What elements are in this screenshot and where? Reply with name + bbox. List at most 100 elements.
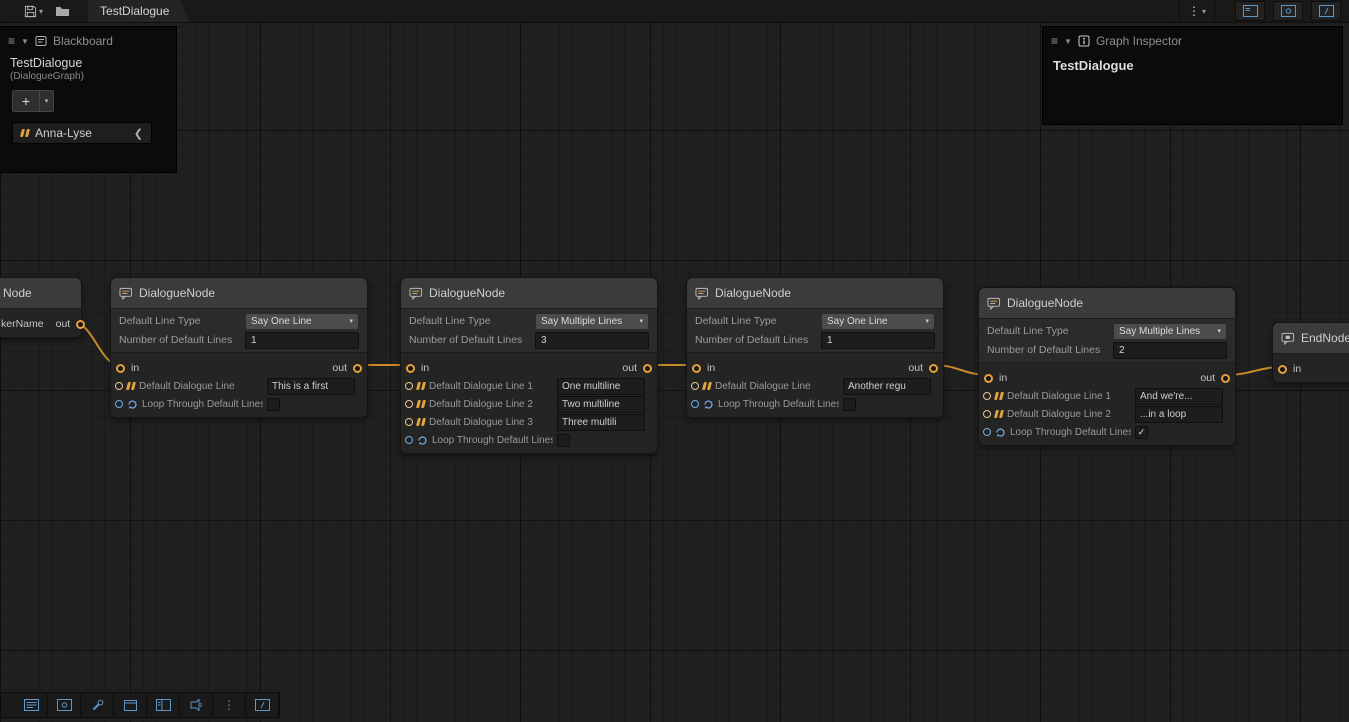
in-port[interactable] [116, 364, 125, 373]
line-type-dropdown[interactable]: Say Multiple Lines▾ [1113, 323, 1227, 340]
in-port[interactable] [984, 374, 993, 383]
loop-port[interactable] [405, 436, 413, 444]
field-name: Anna-Lyse [35, 126, 92, 140]
kebab-icon: ⋮ [1188, 5, 1200, 17]
window-button[interactable] [114, 693, 147, 717]
line-type-dropdown[interactable]: Say One Line▾ [245, 313, 359, 330]
dialogue-node-3[interactable]: DialogueNode Default Line Type Say One L… [686, 277, 944, 418]
num-lines-field[interactable]: 1 [245, 332, 359, 349]
dialogue-line-field[interactable]: Three multili [557, 414, 645, 431]
dialogue-node-4[interactable]: DialogueNode Default Line Type Say Multi… [978, 287, 1236, 446]
dialogue-node-1[interactable]: DialogueNode Default Line Type Say One L… [110, 277, 368, 418]
out-port[interactable] [353, 364, 362, 373]
end-node[interactable]: EndNode in [1272, 322, 1349, 383]
bottom-toolbar: ⋮ [0, 692, 280, 718]
loop-label: Loop Through Default Lines? [432, 435, 553, 446]
loop-checkbox[interactable] [843, 398, 856, 411]
node-title-label: DialogueNode [139, 286, 215, 300]
toolbar-menu-button[interactable]: ⋮ ▾ [1179, 0, 1215, 22]
blackboard-header[interactable]: ≡ ▼ Blackboard [0, 27, 176, 52]
dialogue-line-port[interactable] [983, 392, 991, 400]
node-ports: in out Default Dialogue Line 1 One multi… [401, 353, 657, 453]
dialogue-line-port[interactable] [691, 382, 699, 390]
loop-checkbox[interactable] [557, 434, 570, 447]
num-lines-label: Number of Default Lines [987, 344, 1107, 356]
blackboard-toggle-button[interactable] [1235, 1, 1265, 21]
out-port[interactable] [929, 364, 938, 373]
dialogue-node-icon [119, 287, 133, 300]
loop-checkbox[interactable] [267, 398, 280, 411]
blackboard-graph-name: TestDialogue [0, 52, 176, 70]
inspector-toggle-button[interactable] [1273, 1, 1303, 21]
dialogue-line-field[interactable]: This is a first [267, 378, 355, 395]
out-port[interactable] [1221, 374, 1230, 383]
loop-port[interactable] [691, 400, 699, 408]
hamburger-icon[interactable]: ≡ [8, 36, 15, 46]
quote-icon [417, 418, 425, 426]
num-lines-field[interactable]: 1 [821, 332, 935, 349]
tools-button[interactable] [81, 693, 114, 717]
graph-inspector-panel: ≡ ▼ Graph Inspector TestDialogue [1043, 27, 1342, 124]
dialogue-node-2[interactable]: DialogueNode Default Line Type Say Multi… [400, 277, 658, 454]
node-title: DialogueNode [979, 288, 1235, 319]
loop-port[interactable] [115, 400, 123, 408]
dialogue-line-port[interactable] [115, 382, 123, 390]
speaker-node-partial[interactable]: Node kerName out [0, 277, 82, 338]
open-asset-button[interactable] [51, 1, 74, 21]
loop-checkbox[interactable]: ✓ [1135, 426, 1148, 439]
collapse-arrow-icon[interactable]: ▼ [1064, 37, 1072, 46]
node-ports: in out Default Dialogue Line Another reg… [687, 353, 943, 417]
chevron-left-icon[interactable]: ❮ [134, 127, 143, 140]
wrench-icon [91, 699, 104, 712]
line-type-dropdown[interactable]: Say Multiple Lines▾ [535, 313, 649, 330]
in-port-label: in [1293, 363, 1301, 375]
dialogue-icon [190, 699, 203, 711]
node-title: DialogueNode [401, 278, 657, 309]
dialogue-line-port[interactable] [983, 410, 991, 418]
loop-port[interactable] [983, 428, 991, 436]
code-panel-icon [1319, 5, 1334, 17]
loop-icon [417, 435, 428, 446]
dialogue-line-field[interactable]: Another regu [843, 378, 931, 395]
in-port-label: in [707, 362, 715, 374]
inspector-button[interactable] [48, 693, 81, 717]
more-options-button[interactable]: ⋮ [213, 693, 246, 717]
code-button[interactable] [246, 693, 279, 717]
dialogue-line-port[interactable] [405, 382, 413, 390]
in-port[interactable] [406, 364, 415, 373]
line-type-dropdown[interactable]: Say One Line▾ [821, 313, 935, 330]
dialogue-line-port[interactable] [405, 400, 413, 408]
in-port[interactable] [692, 364, 701, 373]
add-property-dropdown[interactable]: ▾ [40, 90, 54, 112]
quote-icon [995, 410, 1003, 418]
node-title: DialogueNode [111, 278, 367, 309]
dialogue-preview-button[interactable] [180, 693, 213, 717]
code-preview-button[interactable] [1311, 1, 1341, 21]
dialogue-line-field[interactable]: One multiline [557, 378, 645, 395]
dialogue-line-port[interactable] [405, 418, 413, 426]
num-lines-field[interactable]: 2 [1113, 342, 1227, 359]
dialogue-line-field[interactable]: ...in a loop [1135, 406, 1223, 423]
out-port[interactable] [643, 364, 652, 373]
node-properties: Default Line Type Say Multiple Lines▾ Nu… [401, 309, 657, 353]
save-button[interactable]: ▾ [20, 1, 47, 21]
quote-icon [417, 382, 425, 390]
inspector-header[interactable]: ≡ ▼ Graph Inspector [1043, 27, 1342, 52]
split-view-button[interactable] [147, 693, 180, 717]
hamburger-icon[interactable]: ≡ [1051, 36, 1058, 46]
console-button[interactable] [15, 693, 48, 717]
blackboard-field-anna-lyse[interactable]: Anna-Lyse ❮ [12, 122, 152, 144]
collapse-arrow-icon[interactable]: ▼ [21, 37, 29, 46]
caret-down-icon: ▾ [39, 7, 43, 16]
node-title: EndNode [1273, 323, 1349, 354]
node-ports: kerName out [0, 309, 81, 337]
out-port-label: out [908, 362, 923, 374]
add-property-button[interactable]: + [12, 90, 40, 112]
dialogue-line-field[interactable]: And we're... [1135, 388, 1223, 405]
out-port[interactable] [76, 320, 85, 329]
in-port[interactable] [1278, 365, 1287, 374]
graph-tab[interactable]: TestDialogue [88, 0, 189, 22]
dialogue-line-field[interactable]: Two multiline [557, 396, 645, 413]
node-ports: in [1273, 354, 1349, 382]
num-lines-field[interactable]: 3 [535, 332, 649, 349]
